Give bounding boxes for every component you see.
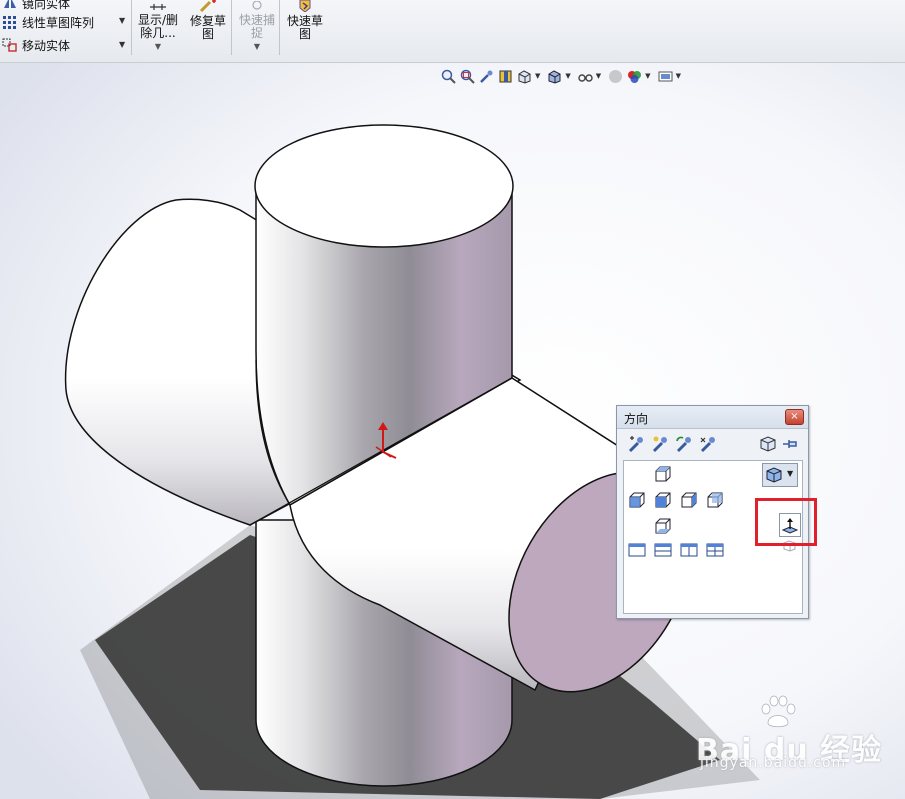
section-view-icon[interactable] bbox=[497, 68, 514, 85]
edit-appearance-icon[interactable] bbox=[607, 68, 624, 85]
ribbon-divider bbox=[231, 0, 232, 55]
chevron-down-icon[interactable]: ▼ bbox=[233, 42, 281, 51]
two-view-vertical-icon[interactable] bbox=[680, 543, 698, 557]
chevron-down-icon: ▼ bbox=[787, 469, 794, 478]
dialog-title-bar[interactable]: 方向 × bbox=[617, 406, 808, 429]
four-view-icon[interactable] bbox=[706, 543, 724, 557]
close-icon: × bbox=[790, 411, 799, 422]
chevron-down-icon[interactable]: ▼ bbox=[119, 40, 125, 49]
linear-sketch-pattern-button[interactable]: 线性草图阵列 bbox=[0, 12, 94, 32]
highlight-box bbox=[755, 498, 817, 546]
isometric-view-icon bbox=[766, 467, 782, 483]
display-delete-label: 显示/删 除几... bbox=[137, 13, 179, 40]
rapid-sketch-button[interactable]: 快速草 图 bbox=[281, 0, 329, 41]
left-view-icon[interactable] bbox=[628, 491, 646, 509]
apply-scene-icon[interactable] bbox=[626, 68, 643, 85]
front-view-icon[interactable] bbox=[654, 491, 672, 509]
back-view-icon[interactable] bbox=[706, 491, 724, 509]
quick-snap-icon bbox=[252, 0, 262, 10]
repair-sketch-icon bbox=[199, 0, 216, 13]
watermark-url: jingyan.baidu.com bbox=[700, 755, 847, 771]
isometric-view-dropdown[interactable]: ▼ bbox=[762, 463, 798, 487]
previous-view-icon[interactable] bbox=[478, 68, 495, 85]
rapid-sketch-icon bbox=[299, 0, 311, 13]
grid-pattern-icon bbox=[3, 16, 16, 29]
zoom-to-fit-icon[interactable] bbox=[440, 68, 457, 85]
chevron-down-icon[interactable]: ▼ bbox=[535, 72, 540, 80]
single-view-icon[interactable] bbox=[628, 543, 646, 557]
view-cube-icon[interactable] bbox=[759, 435, 777, 453]
baidu-watermark: Bai du 经验 jingyan.baidu.com bbox=[690, 695, 900, 775]
upper-cylinder-top-face bbox=[254, 124, 514, 248]
chevron-down-icon[interactable]: ▼ bbox=[565, 72, 570, 80]
mirror-icon bbox=[4, 0, 16, 8]
view-settings-icon[interactable] bbox=[657, 68, 674, 85]
repair-sketch-label: 修复草 图 bbox=[189, 14, 226, 41]
repair-sketch-button[interactable]: 修复草 图 bbox=[184, 0, 232, 41]
chevron-down-icon[interactable]: ▼ bbox=[676, 72, 681, 80]
mirror-entities-label: 镜向实体 bbox=[22, 0, 71, 11]
close-button[interactable]: × bbox=[785, 409, 804, 425]
ribbon-divider bbox=[131, 0, 132, 55]
view-selector-icon[interactable] bbox=[699, 435, 717, 453]
chevron-down-icon[interactable]: ▼ bbox=[645, 72, 650, 80]
rapid-sketch-label: 快速草 图 bbox=[286, 14, 323, 41]
display-delete-icon bbox=[150, 4, 166, 10]
linear-sketch-pattern-label: 线性草图阵列 bbox=[22, 15, 95, 30]
move-entities-button[interactable]: 移动实体 bbox=[0, 35, 70, 55]
chevron-down-icon[interactable]: ▼ bbox=[119, 16, 125, 25]
reset-standard-views-icon[interactable] bbox=[675, 435, 693, 453]
bottom-view-icon[interactable] bbox=[654, 517, 672, 535]
zoom-area-icon[interactable] bbox=[459, 68, 476, 85]
quick-snap-label: 快速捕 捉 bbox=[238, 13, 275, 40]
ribbon-divider bbox=[279, 0, 280, 55]
dialog-title: 方向 bbox=[624, 412, 649, 426]
new-view-icon[interactable] bbox=[627, 435, 645, 453]
display-delete-relations-button[interactable]: 显示/删 除几... ▼ bbox=[134, 0, 182, 51]
display-style-icon[interactable] bbox=[546, 68, 563, 85]
right-view-icon[interactable] bbox=[680, 491, 698, 509]
quick-snaps-button[interactable]: 快速捕 捉 ▼ bbox=[233, 0, 281, 51]
command-manager-ribbon: 镜向实体 线性草图阵列 ▼ 移动实体 ▼ 显示/删 除几... ▼ 修复草 图 … bbox=[0, 0, 905, 63]
chevron-down-icon[interactable]: ▼ bbox=[134, 42, 182, 51]
chevron-down-icon[interactable]: ▼ bbox=[596, 72, 601, 80]
two-view-horizontal-icon[interactable] bbox=[654, 543, 672, 557]
top-view-icon[interactable] bbox=[654, 465, 672, 483]
hide-show-icon[interactable] bbox=[577, 68, 594, 85]
heads-up-view-toolbar: ▼ ▼ ▼ ▼ ▼ bbox=[440, 66, 687, 86]
move-entity-icon bbox=[2, 38, 17, 52]
dialog-toolbar bbox=[623, 432, 803, 458]
update-standard-views-icon[interactable] bbox=[651, 435, 669, 453]
pin-icon[interactable] bbox=[781, 435, 799, 453]
paw-logo-icon bbox=[761, 695, 796, 728]
view-orientation-icon[interactable] bbox=[516, 68, 533, 85]
move-entities-label: 移动实体 bbox=[22, 38, 71, 53]
